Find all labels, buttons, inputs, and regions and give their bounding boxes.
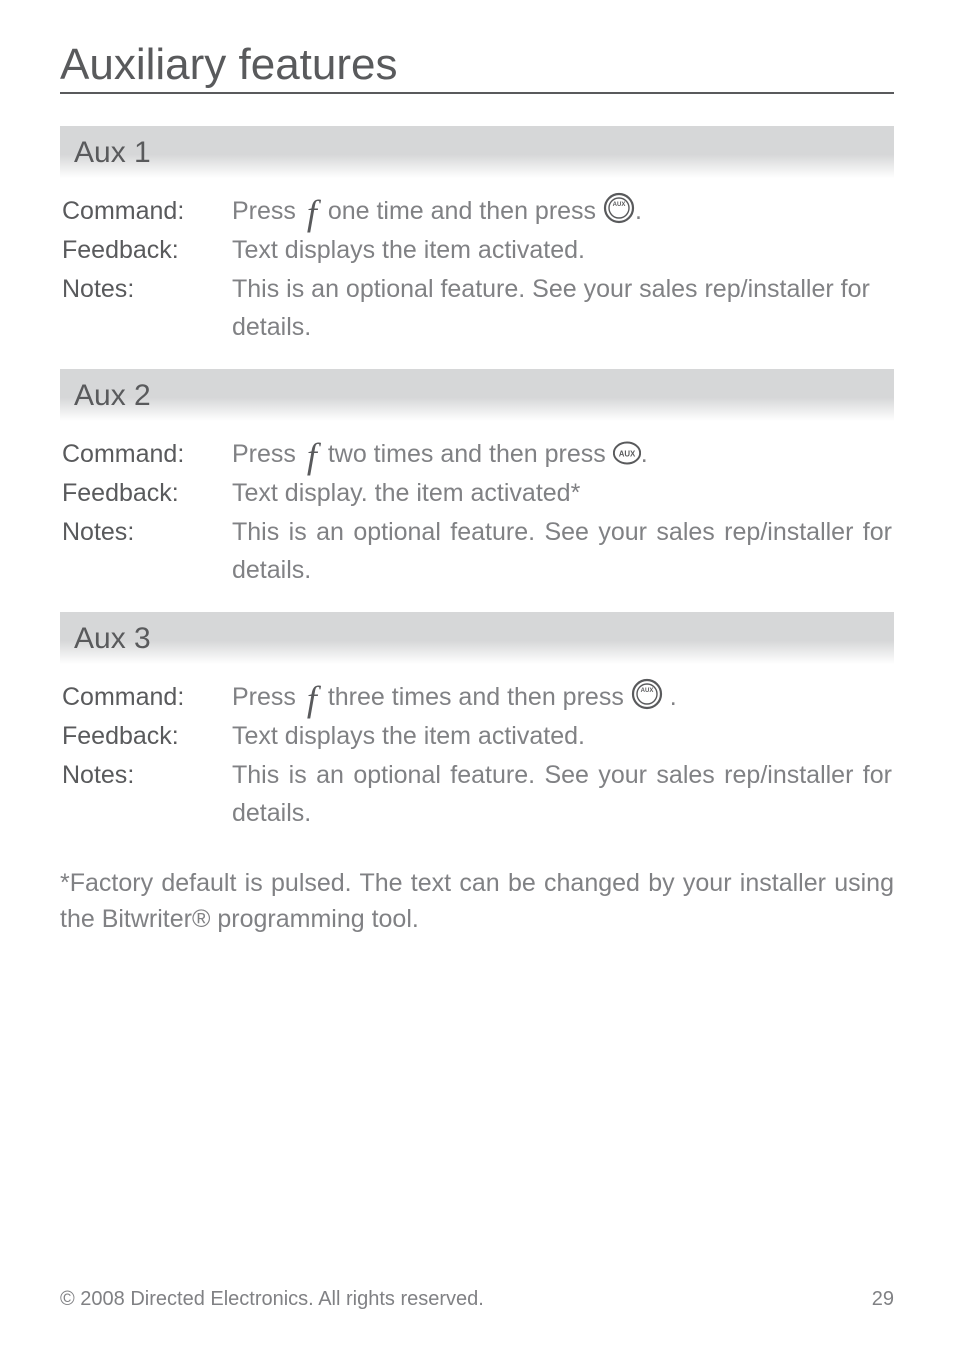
page-title: Auxiliary features: [60, 40, 894, 94]
aux1-values: Press f one time and then press AUX. Tex…: [232, 192, 892, 347]
aux2-command: Press f two times and then press AUX.: [232, 435, 892, 474]
aux2-command-mid: two times and then press: [321, 440, 613, 468]
aux2-command-post: .: [641, 440, 648, 468]
aux1-labels: Command Feedback Notes: [62, 192, 232, 347]
aux3-command-post: .: [663, 683, 677, 711]
aux-icon: AUX: [603, 192, 635, 224]
aux1-command: Press f one time and then press AUX.: [232, 192, 892, 231]
aux2-notes: This is an optional feature. See your sa…: [232, 513, 892, 591]
aux2-heading: Aux 2: [60, 369, 894, 421]
label-notes: Notes: [62, 756, 232, 795]
aux1-notes: This is an optional feature. See your sa…: [232, 270, 892, 348]
aux3-labels: Command Feedback Notes: [62, 678, 232, 833]
label-command: Command: [62, 678, 232, 717]
aux3-values: Press f three times and then press AUX .…: [232, 678, 892, 833]
page-number: 29: [872, 1288, 894, 1311]
footer: © 2008 Directed Electronics. All rights …: [60, 1288, 894, 1311]
aux3-block: Command Feedback Notes Press f three tim…: [60, 664, 894, 847]
aux1-feedback: Text displays the item activated.: [232, 231, 892, 270]
aux2-block: Command Feedback Notes Press f two times…: [60, 421, 894, 604]
aux3-command-mid: three times and then press: [321, 683, 631, 711]
aux1-heading: Aux 1: [60, 126, 894, 178]
label-notes: Notes: [62, 270, 232, 309]
aux-icon: AUX: [613, 439, 641, 467]
aux2-values: Press f two times and then press AUX. Te…: [232, 435, 892, 590]
aux3-notes: This is an optional feature. See your sa…: [232, 756, 892, 834]
label-notes: Notes: [62, 513, 232, 552]
copyright: © 2008 Directed Electronics. All rights …: [60, 1288, 484, 1311]
svg-text:AUX: AUX: [640, 688, 653, 694]
label-command: Command: [62, 192, 232, 231]
aux2-feedback: Text display. the item activated*: [232, 474, 892, 513]
aux3-command: Press f three times and then press AUX .: [232, 678, 892, 717]
svg-text:AUX: AUX: [613, 202, 626, 208]
aux-icon: AUX: [631, 678, 663, 710]
aux3-feedback: Text displays the item activated.: [232, 717, 892, 756]
aux2-command-pre: Press: [232, 440, 303, 468]
footnote: *Factory default is pulsed. The text can…: [60, 865, 894, 938]
svg-text:AUX: AUX: [618, 450, 635, 459]
label-feedback: Feedback: [62, 474, 232, 513]
aux3-heading: Aux 3: [60, 612, 894, 664]
label-feedback: Feedback: [62, 231, 232, 270]
label-command: Command: [62, 435, 232, 474]
aux1-command-post: .: [635, 197, 642, 225]
label-feedback: Feedback: [62, 717, 232, 756]
aux1-command-pre: Press: [232, 197, 303, 225]
aux2-labels: Command Feedback Notes: [62, 435, 232, 590]
aux1-command-mid: one time and then press: [321, 197, 603, 225]
aux1-block: Command Feedback Notes Press f one time …: [60, 178, 894, 361]
aux3-command-pre: Press: [232, 683, 303, 711]
